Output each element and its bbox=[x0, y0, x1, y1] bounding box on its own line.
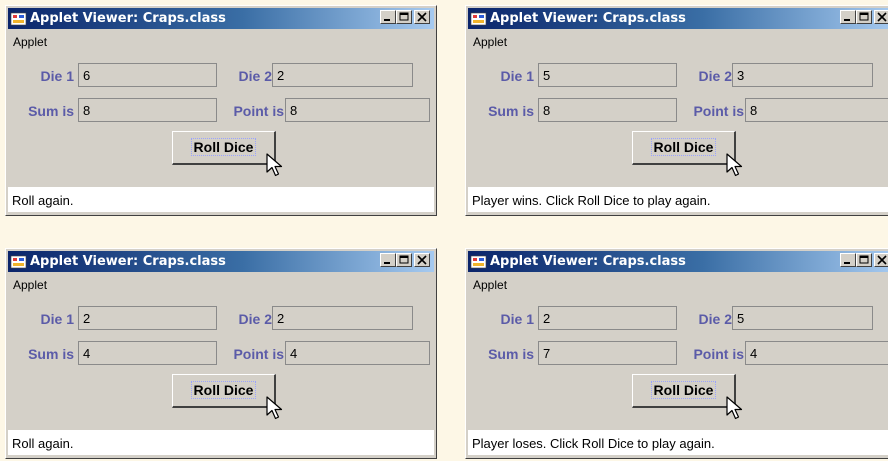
sum-label: Sum is bbox=[488, 103, 534, 119]
sum-field[interactable]: 4 bbox=[78, 341, 217, 365]
minimize-icon bbox=[844, 19, 850, 21]
roll-dice-button-label: Roll Dice bbox=[190, 138, 257, 156]
die2-field[interactable]: 2 bbox=[272, 63, 413, 87]
point-label: Point is bbox=[693, 346, 744, 362]
close-button[interactable] bbox=[874, 253, 888, 267]
point-field[interactable]: 4 bbox=[745, 341, 888, 365]
die1-field[interactable]: 2 bbox=[78, 306, 217, 330]
sum-field[interactable]: 7 bbox=[538, 341, 677, 365]
menu-applet[interactable]: Applet bbox=[473, 278, 507, 292]
roll-dice-button[interactable]: Roll Dice bbox=[172, 374, 276, 408]
die1-label: Die 1 bbox=[500, 68, 534, 84]
minimize-button[interactable] bbox=[840, 10, 856, 24]
applet-window: Applet Viewer: Craps.class Applet Die 1 … bbox=[5, 248, 437, 459]
title-bar[interactable]: Applet Viewer: Craps.class bbox=[468, 251, 888, 272]
title-bar[interactable]: Applet Viewer: Craps.class bbox=[468, 8, 888, 29]
die2-field[interactable]: 3 bbox=[732, 63, 873, 87]
minimize-button[interactable] bbox=[380, 10, 396, 24]
maximize-icon bbox=[859, 255, 869, 264]
window-title: Applet Viewer: Craps.class bbox=[490, 11, 686, 26]
point-label: Point is bbox=[233, 346, 284, 362]
menu-bar: Applet bbox=[468, 273, 888, 295]
die1-field[interactable]: 6 bbox=[78, 63, 217, 87]
java-applet-icon bbox=[470, 255, 487, 269]
mouse-cursor-icon bbox=[266, 153, 283, 177]
window-title: Applet Viewer: Craps.class bbox=[30, 11, 226, 26]
die2-label: Die 2 bbox=[238, 68, 272, 84]
die1-label: Die 1 bbox=[40, 311, 74, 327]
roll-dice-button[interactable]: Roll Dice bbox=[632, 374, 736, 408]
point-label: Point is bbox=[233, 103, 284, 119]
maximize-button[interactable] bbox=[856, 253, 872, 267]
close-icon bbox=[417, 12, 427, 22]
die2-field[interactable]: 5 bbox=[732, 306, 873, 330]
menu-applet[interactable]: Applet bbox=[13, 278, 47, 292]
roll-dice-button[interactable]: Roll Dice bbox=[632, 131, 736, 165]
java-applet-icon bbox=[10, 255, 27, 269]
maximize-icon bbox=[859, 12, 869, 21]
sum-label: Sum is bbox=[488, 346, 534, 362]
close-button[interactable] bbox=[414, 10, 430, 24]
roll-dice-button-label: Roll Dice bbox=[650, 381, 717, 399]
title-bar[interactable]: Applet Viewer: Craps.class bbox=[8, 251, 434, 272]
minimize-button[interactable] bbox=[840, 253, 856, 267]
die1-field[interactable]: 5 bbox=[538, 63, 677, 87]
close-icon bbox=[417, 255, 427, 265]
point-field[interactable]: 8 bbox=[745, 98, 888, 122]
menu-bar: Applet bbox=[8, 273, 434, 295]
minimize-icon bbox=[384, 262, 390, 264]
mouse-cursor-icon bbox=[726, 396, 743, 420]
applet-window: Applet Viewer: Craps.class Applet Die 1 … bbox=[465, 248, 888, 459]
java-applet-icon bbox=[10, 12, 27, 26]
close-icon bbox=[877, 255, 887, 265]
title-bar[interactable]: Applet Viewer: Craps.class bbox=[8, 8, 434, 29]
roll-dice-button[interactable]: Roll Dice bbox=[172, 131, 276, 165]
close-button[interactable] bbox=[414, 253, 430, 267]
point-label: Point is bbox=[693, 103, 744, 119]
status-bar: Roll again. bbox=[8, 430, 434, 455]
die2-label: Die 2 bbox=[238, 311, 272, 327]
status-bar: Player wins. Click Roll Dice to play aga… bbox=[468, 187, 888, 212]
point-field[interactable]: 4 bbox=[285, 341, 430, 365]
maximize-icon bbox=[399, 255, 409, 264]
sum-field[interactable]: 8 bbox=[78, 98, 217, 122]
menu-applet[interactable]: Applet bbox=[473, 35, 507, 49]
maximize-icon bbox=[399, 12, 409, 21]
close-button[interactable] bbox=[874, 10, 888, 24]
die1-label: Die 1 bbox=[500, 311, 534, 327]
sum-label: Sum is bbox=[28, 103, 74, 119]
window-title: Applet Viewer: Craps.class bbox=[30, 254, 226, 269]
status-bar: Roll again. bbox=[8, 187, 434, 212]
minimize-button[interactable] bbox=[380, 253, 396, 267]
die2-label: Die 2 bbox=[698, 311, 732, 327]
die2-field[interactable]: 2 bbox=[272, 306, 413, 330]
roll-dice-button-label: Roll Dice bbox=[650, 138, 717, 156]
die1-label: Die 1 bbox=[40, 68, 74, 84]
menu-bar: Applet bbox=[8, 30, 434, 52]
point-field[interactable]: 8 bbox=[285, 98, 430, 122]
minimize-icon bbox=[384, 19, 390, 21]
mouse-cursor-icon bbox=[266, 396, 283, 420]
die1-field[interactable]: 2 bbox=[538, 306, 677, 330]
menu-applet[interactable]: Applet bbox=[13, 35, 47, 49]
maximize-button[interactable] bbox=[396, 10, 412, 24]
applet-window: Applet Viewer: Craps.class Applet Die 1 … bbox=[465, 5, 888, 216]
die2-label: Die 2 bbox=[698, 68, 732, 84]
maximize-button[interactable] bbox=[396, 253, 412, 267]
status-bar: Player loses. Click Roll Dice to play ag… bbox=[468, 430, 888, 455]
window-title: Applet Viewer: Craps.class bbox=[490, 254, 686, 269]
menu-bar: Applet bbox=[468, 30, 888, 52]
sum-label: Sum is bbox=[28, 346, 74, 362]
roll-dice-button-label: Roll Dice bbox=[190, 381, 257, 399]
minimize-icon bbox=[844, 262, 850, 264]
close-icon bbox=[877, 12, 887, 22]
applet-window: Applet Viewer: Craps.class Applet Die 1 … bbox=[5, 5, 437, 216]
maximize-button[interactable] bbox=[856, 10, 872, 24]
sum-field[interactable]: 8 bbox=[538, 98, 677, 122]
java-applet-icon bbox=[470, 12, 487, 26]
mouse-cursor-icon bbox=[726, 153, 743, 177]
